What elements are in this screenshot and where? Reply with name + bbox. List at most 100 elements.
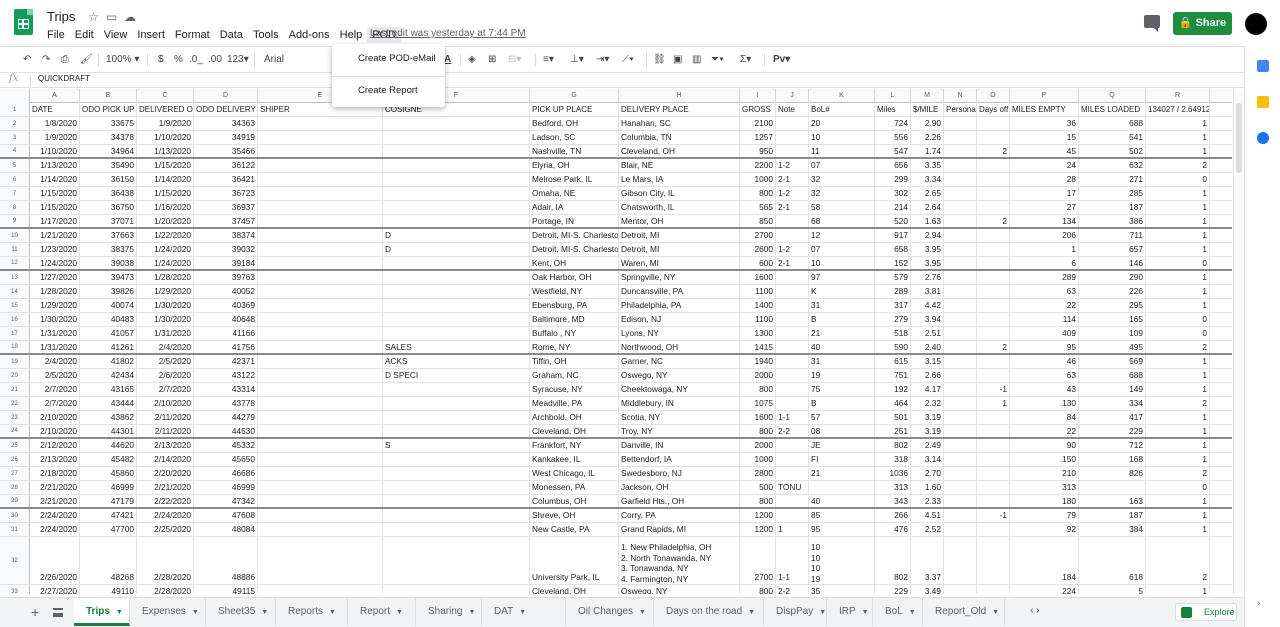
column-header-r[interactable]: R bbox=[1146, 89, 1210, 103]
cell-j[interactable]: 2-1 bbox=[776, 257, 809, 269]
cell-b[interactable]: 33675 bbox=[80, 117, 137, 130]
row-number[interactable]: 1 bbox=[0, 103, 30, 116]
cell-q[interactable]: 226 bbox=[1079, 285, 1146, 298]
cell-o[interactable] bbox=[977, 585, 1010, 594]
cell-c[interactable]: 1/14/2020 bbox=[137, 173, 194, 186]
cell-m[interactable]: 2.70 bbox=[911, 467, 944, 480]
cell-e[interactable] bbox=[258, 355, 383, 368]
cell-b[interactable]: 36750 bbox=[80, 201, 137, 214]
cell-m[interactable]: 2.94 bbox=[911, 229, 944, 242]
cell-k[interactable]: 12 bbox=[809, 229, 875, 242]
cell-g[interactable]: Portage, IN bbox=[530, 215, 619, 227]
cell-a[interactable]: 1/23/2020 bbox=[30, 243, 80, 256]
cell-i[interactable]: 800 bbox=[740, 187, 776, 200]
cell-g[interactable]: Omaha, NE bbox=[530, 187, 619, 200]
cell-c[interactable]: 1/22/2020 bbox=[137, 229, 194, 242]
borders-icon[interactable]: ⊞ bbox=[488, 53, 496, 67]
cell-o[interactable]: 2 bbox=[977, 341, 1010, 353]
cell-k[interactable]: 57 bbox=[809, 411, 875, 424]
cell-o[interactable] bbox=[977, 355, 1010, 368]
tab-caret-icon[interactable]: ▼ bbox=[192, 609, 199, 616]
cell-c[interactable]: 2/28/2020 bbox=[137, 585, 194, 594]
cell-d[interactable]: 39763 bbox=[194, 271, 258, 284]
cell-o[interactable] bbox=[977, 131, 1010, 144]
cell-n[interactable] bbox=[944, 229, 977, 242]
cell-e[interactable] bbox=[258, 509, 383, 522]
cell-r[interactable]: 2 bbox=[1146, 159, 1210, 172]
cell-p[interactable]: 84 bbox=[1010, 411, 1079, 424]
cell-o[interactable] bbox=[977, 425, 1010, 437]
tab-caret-icon[interactable]: ▼ bbox=[261, 609, 268, 616]
row-number[interactable]: 7 bbox=[0, 187, 30, 200]
cell-a[interactable]: 1/28/2020 bbox=[30, 285, 80, 298]
cell-i[interactable]: 1200 bbox=[740, 523, 776, 536]
row-number[interactable]: 8 bbox=[0, 201, 30, 214]
cell-p[interactable]: 95 bbox=[1010, 341, 1079, 353]
cell-l[interactable]: 1036 bbox=[875, 467, 911, 480]
cell-o[interactable]: 2 bbox=[977, 215, 1010, 227]
create-pod-email-item[interactable]: Create POD-eMail bbox=[358, 53, 436, 64]
column-header-k[interactable]: K bbox=[809, 89, 875, 103]
cell-i[interactable]: 1000 bbox=[740, 173, 776, 186]
cell-i[interactable]: 850 bbox=[740, 215, 776, 227]
cell-p[interactable]: 313 bbox=[1010, 481, 1079, 494]
cell-l[interactable]: 214 bbox=[875, 201, 911, 214]
column-header-c[interactable]: C bbox=[137, 89, 194, 103]
cell-g[interactable]: Oak Harbor, OH bbox=[530, 271, 619, 284]
cell-n[interactable] bbox=[944, 271, 977, 284]
cell-j[interactable]: 1-1 bbox=[776, 537, 809, 584]
increase-decimal-button[interactable]: .00 bbox=[208, 53, 222, 67]
cell-o[interactable] bbox=[977, 481, 1010, 494]
cell-n[interactable] bbox=[944, 117, 977, 130]
cell-q[interactable]: 109 bbox=[1079, 327, 1146, 340]
cell-e[interactable] bbox=[258, 271, 383, 284]
cell-q[interactable]: 334 bbox=[1079, 397, 1146, 410]
cell-r[interactable]: 2 bbox=[1146, 537, 1210, 584]
cell-m[interactable]: 2.40 bbox=[911, 341, 944, 353]
cell-n[interactable] bbox=[944, 425, 977, 437]
cell-g[interactable]: Detroit, MI-S. Charleston bbox=[530, 243, 619, 256]
cell-c[interactable]: 1/20/2020 bbox=[137, 215, 194, 227]
cell-i[interactable]: 1400 bbox=[740, 299, 776, 312]
cell-n[interactable] bbox=[944, 159, 977, 172]
decrease-decimal-button[interactable]: .0_ bbox=[189, 53, 203, 67]
cell-k[interactable]: 08 bbox=[809, 425, 875, 437]
tasks-icon[interactable] bbox=[1257, 132, 1269, 144]
cell-a[interactable]: 2/24/2020 bbox=[30, 509, 80, 522]
cell-q[interactable] bbox=[1079, 481, 1146, 494]
cell-p[interactable]: 150 bbox=[1010, 453, 1079, 466]
menu-view[interactable]: View bbox=[99, 27, 133, 43]
cell-i[interactable]: 500 bbox=[740, 481, 776, 494]
cell-c[interactable]: 2/20/2020 bbox=[137, 467, 194, 480]
cell-d[interactable]: 47342 bbox=[194, 495, 258, 507]
cell-o[interactable] bbox=[977, 285, 1010, 298]
cell-m[interactable]: 3.81 bbox=[911, 285, 944, 298]
cell-l[interactable]: 229 bbox=[875, 585, 911, 594]
cell-d[interactable]: 34363 bbox=[194, 117, 258, 130]
cell-k[interactable]: FI bbox=[809, 453, 875, 466]
cell-f[interactable] bbox=[383, 117, 530, 130]
cell-g[interactable]: Westfield, NY bbox=[530, 285, 619, 298]
cell-m[interactable]: 2.66 bbox=[911, 369, 944, 382]
cell-a[interactable]: 1/30/2020 bbox=[30, 313, 80, 326]
cell-o[interactable]: 1 bbox=[977, 397, 1010, 410]
comment-history-icon[interactable] bbox=[1144, 15, 1160, 32]
all-sheets-icon[interactable] bbox=[53, 608, 63, 617]
text-rotation-icon[interactable]: ⟋▾ bbox=[622, 53, 634, 67]
cell-n[interactable] bbox=[944, 257, 977, 269]
cell-o[interactable] bbox=[977, 537, 1010, 584]
cell-c[interactable]: 1/10/2020 bbox=[137, 131, 194, 144]
cell-l[interactable]: 317 bbox=[875, 299, 911, 312]
cell-h[interactable]: Swedesboro, NJ bbox=[619, 467, 740, 480]
cell-i[interactable]: 2700 bbox=[740, 537, 776, 584]
cell-d[interactable]: 48084 bbox=[194, 523, 258, 536]
cell-l[interactable]: 802 bbox=[875, 537, 911, 584]
cell-c[interactable]: 1/30/2020 bbox=[137, 299, 194, 312]
cell-c[interactable]: 1/16/2020 bbox=[137, 201, 194, 214]
cell-b[interactable]: 40483 bbox=[80, 313, 137, 326]
cell-a[interactable]: 2/7/2020 bbox=[30, 397, 80, 410]
cell-j[interactable] bbox=[776, 145, 809, 157]
row-number[interactable]: 3 bbox=[0, 131, 30, 144]
cell-d[interactable]: 46686 bbox=[194, 467, 258, 480]
tab-scroll-icon[interactable]: ‹ › bbox=[1030, 605, 1039, 616]
